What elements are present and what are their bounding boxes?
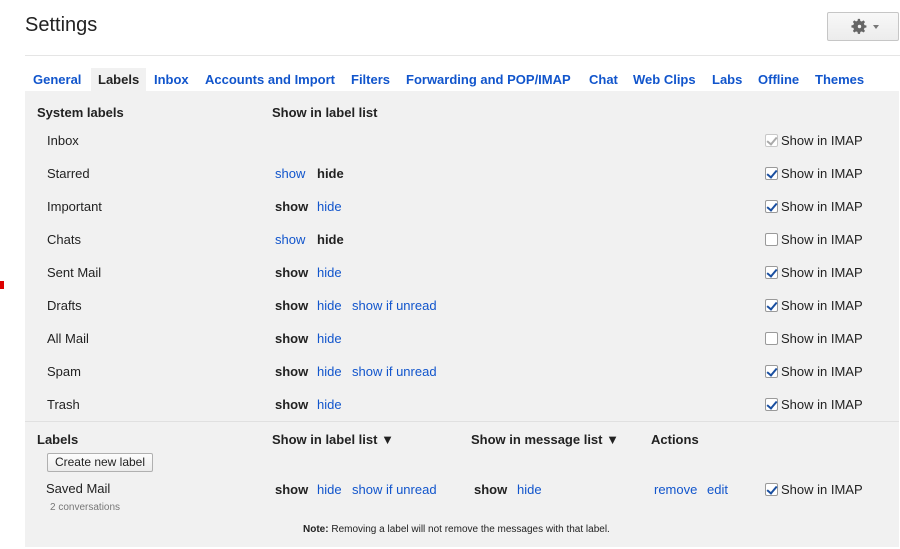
system-label-spam-name: Spam	[47, 364, 81, 379]
tab-general[interactable]: General	[33, 68, 81, 91]
user-label-saved-mail-remove-link[interactable]: remove	[654, 482, 697, 498]
system-label-sent-mail-imap-label: Show in IMAP	[781, 265, 863, 280]
system-label-inbox-name: Inbox	[47, 133, 79, 148]
system-label-spam-option-show-if-unread[interactable]: show if unread	[352, 364, 437, 380]
system-label-drafts-name: Drafts	[47, 298, 82, 313]
system-label-chats-option-show[interactable]: show	[275, 232, 305, 248]
system-label-chats-option-hide: hide	[317, 232, 344, 247]
system-label-inbox-imap-checkbox	[765, 134, 778, 147]
system-label-all-mail-imap-label: Show in IMAP	[781, 331, 863, 346]
user-label-saved-mail-message-list-option-hide[interactable]: hide	[517, 482, 542, 498]
settings-gear-button[interactable]	[827, 12, 899, 41]
system-label-sent-mail-name: Sent Mail	[47, 265, 102, 280]
system-label-chats-imap-label: Show in IMAP	[781, 232, 863, 247]
user-label-saved-mail-count: 2 conversations	[50, 502, 121, 513]
note-text: Removing a label will not remove the mes…	[328, 524, 610, 535]
user-label-saved-mail-imap-checkbox[interactable]	[765, 483, 778, 496]
system-label-starred-name: Starred	[47, 166, 90, 181]
actions-column-header: Actions	[651, 432, 699, 447]
system-labels-header: System labels	[37, 105, 124, 120]
edge-marker	[0, 281, 4, 289]
user-label-saved-mail-label-list-option-show: show	[275, 482, 309, 497]
system-label-sent-mail-imap-checkbox[interactable]	[765, 266, 778, 279]
system-label-trash-option-show: show	[275, 397, 309, 412]
system-label-sent-mail-option-hide[interactable]: hide	[317, 265, 342, 281]
system-label-drafts-imap-label: Show in IMAP	[781, 298, 863, 313]
system-label-sent-mail-option-show: show	[275, 265, 309, 280]
header-divider	[25, 55, 900, 56]
system-label-trash-imap-label: Show in IMAP	[781, 397, 863, 412]
tab-web-clips[interactable]: Web Clips	[633, 68, 696, 91]
user-label-saved-mail-name[interactable]: Saved Mail	[46, 481, 110, 497]
tab-offline[interactable]: Offline	[758, 68, 799, 91]
chevron-down-icon	[873, 25, 879, 29]
system-label-all-mail-imap-checkbox[interactable]	[765, 332, 778, 345]
tab-filters[interactable]: Filters	[351, 68, 390, 91]
labels-note: Note: Removing a label will not remove t…	[303, 522, 610, 538]
page-title: Settings	[25, 14, 98, 36]
system-label-all-mail-option-show: show	[275, 331, 309, 346]
labels-panel	[25, 91, 899, 547]
system-label-trash-name: Trash	[47, 397, 80, 412]
system-label-chats-name: Chats	[47, 232, 81, 247]
system-label-spam-option-show: show	[275, 364, 309, 379]
system-label-spam-option-hide[interactable]: hide	[317, 364, 342, 380]
settings-tabs: General Labels Inbox Accounts and Import Fil…	[25, 68, 900, 91]
system-label-important-imap-checkbox[interactable]	[765, 200, 778, 213]
user-label-saved-mail-edit-link[interactable]: edit	[707, 482, 728, 498]
system-label-important-option-hide[interactable]: hide	[317, 199, 342, 215]
system-label-important-option-show: show	[275, 199, 309, 214]
user-label-saved-mail-label-list-option-hide[interactable]: hide	[317, 482, 342, 498]
user-label-saved-mail-label-list-option-show-if-unread[interactable]: show if unread	[352, 482, 437, 498]
system-label-important-name: Important	[47, 199, 102, 214]
section-divider	[25, 421, 899, 422]
tab-themes[interactable]: Themes	[815, 68, 864, 91]
label-list-column-header[interactable]: Show in label list ▼	[272, 432, 394, 448]
show-in-label-list-header: Show in label list	[272, 105, 378, 120]
message-list-column-header[interactable]: Show in message list ▼	[471, 432, 619, 448]
system-label-spam-imap-label: Show in IMAP	[781, 364, 863, 379]
tab-accounts-and-import[interactable]: Accounts and Import	[205, 68, 335, 91]
system-label-important-imap-label: Show in IMAP	[781, 199, 863, 214]
system-label-drafts-option-show-if-unread[interactable]: show if unread	[352, 298, 437, 314]
system-label-spam-imap-checkbox[interactable]	[765, 365, 778, 378]
tab-forwarding-and-pop-imap[interactable]: Forwarding and POP/IMAP	[406, 68, 571, 91]
system-label-trash-imap-checkbox[interactable]	[765, 398, 778, 411]
create-new-label-button[interactable]: Create new label	[47, 453, 153, 472]
tab-labels[interactable]: Labels	[91, 68, 147, 91]
labels-header: Labels	[37, 432, 79, 447]
system-label-drafts-option-hide[interactable]: hide	[317, 298, 342, 314]
system-label-starred-option-hide: hide	[317, 166, 344, 181]
system-label-starred-imap-checkbox[interactable]	[765, 167, 778, 180]
system-label-starred-option-show[interactable]: show	[275, 166, 305, 182]
tab-chat[interactable]: Chat	[589, 68, 618, 91]
system-label-starred-imap-label: Show in IMAP	[781, 166, 863, 181]
system-label-inbox-imap-label: Show in IMAP	[781, 133, 863, 148]
user-label-saved-mail-message-list-option-show: show	[474, 482, 508, 497]
system-label-drafts-imap-checkbox[interactable]	[765, 299, 778, 312]
user-label-saved-mail-imap-label: Show in IMAP	[781, 482, 863, 497]
system-label-trash-option-hide[interactable]: hide	[317, 397, 342, 413]
tab-labs[interactable]: Labs	[712, 68, 742, 91]
system-label-all-mail-option-hide[interactable]: hide	[317, 331, 342, 347]
gear-icon	[851, 18, 867, 34]
tab-inbox[interactable]: Inbox	[154, 68, 189, 91]
system-label-drafts-option-show: show	[275, 298, 309, 313]
system-label-all-mail-name: All Mail	[47, 331, 89, 346]
system-label-chats-imap-checkbox[interactable]	[765, 233, 778, 246]
note-label: Note:	[303, 524, 329, 535]
